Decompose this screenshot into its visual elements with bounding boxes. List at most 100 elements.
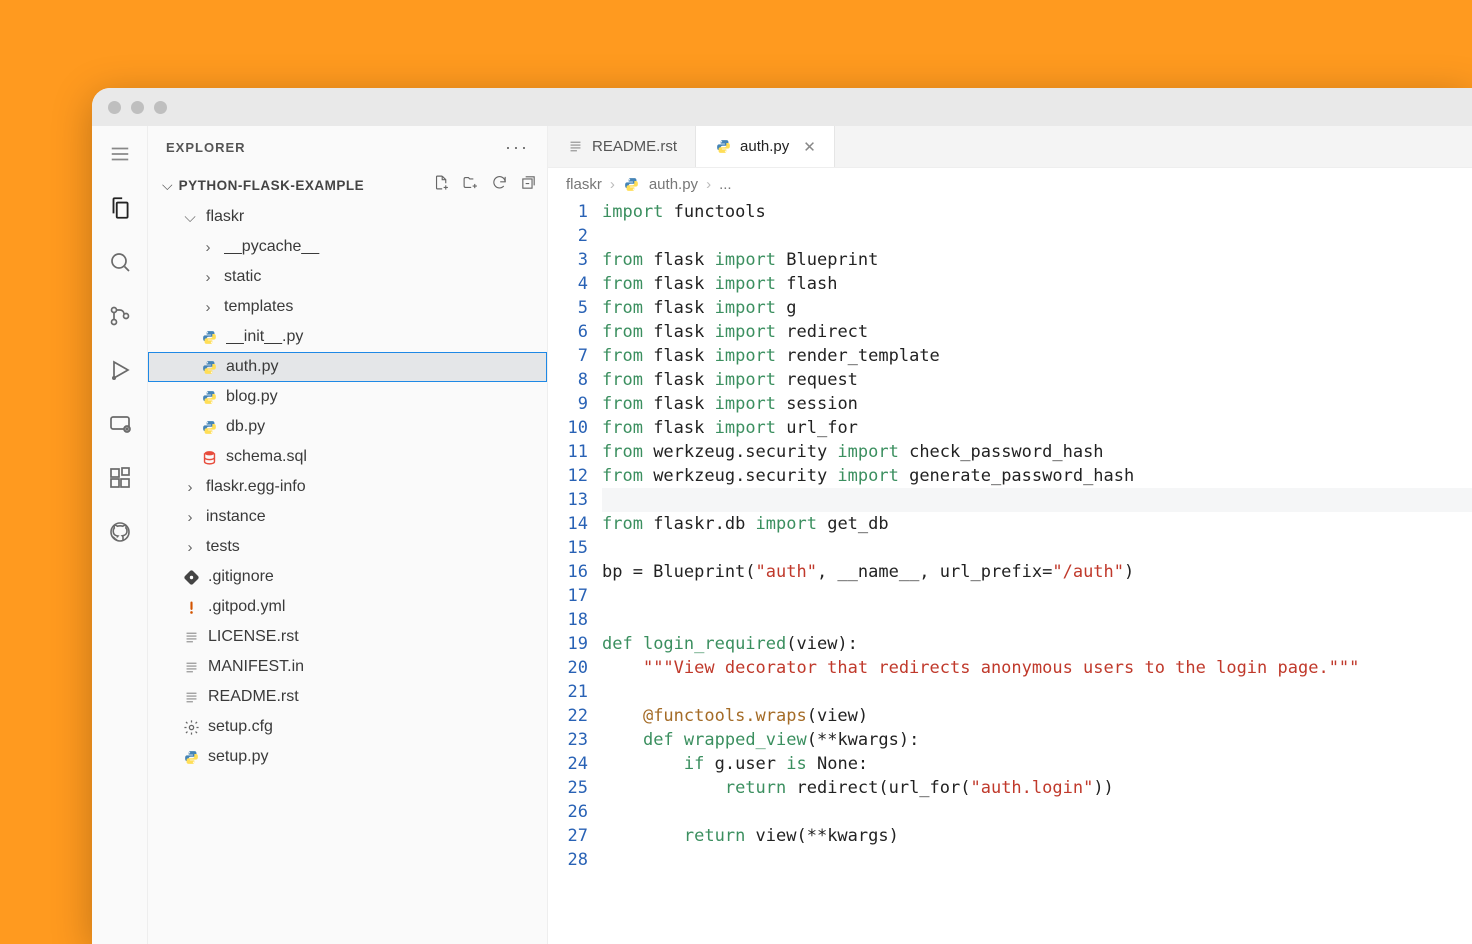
sidebar-more-icon[interactable]: ··· [505,137,529,158]
explorer-icon[interactable] [106,194,134,222]
file-label: flaskr.egg-info [206,478,537,496]
file-label: __pycache__ [224,238,537,256]
folder-item[interactable]: › static [148,262,547,292]
file-label: .gitignore [208,568,537,586]
file-item[interactable]: .gitpod.yml [148,592,547,622]
file-label: blog.py [226,388,537,406]
breadcrumb-seg: ... [719,176,732,193]
extensions-icon[interactable] [106,464,134,492]
file-item[interactable]: auth.py [148,352,547,382]
workbench: EXPLORER ··· ⌵ PYTHON-FLASK-EXAMPLE ⌵ fla… [92,126,1472,944]
file-label: tests [206,538,537,556]
text-icon [182,688,200,706]
folder-item[interactable]: ⌵ flaskr [148,202,547,232]
file-label: .gitpod.yml [208,598,537,616]
yml-icon [182,598,200,616]
file-item[interactable]: db.py [148,412,547,442]
editor-tabs: README.rst auth.py ✕ [548,126,1472,168]
collapse-all-icon[interactable] [520,174,537,196]
file-item[interactable]: __init__.py [148,322,547,352]
breadcrumb-separator: › [706,176,711,193]
text-icon [182,658,200,676]
new-folder-icon[interactable] [462,174,479,196]
file-label: __init__.py [226,328,537,346]
sidebar: EXPLORER ··· ⌵ PYTHON-FLASK-EXAMPLE ⌵ fla… [148,126,548,944]
breadcrumb[interactable]: flaskr › auth.py › ... [548,168,1472,200]
remote-explorer-icon[interactable] [106,410,134,438]
sql-icon [200,448,218,466]
code-content[interactable]: import functools from flask import Bluep… [602,200,1472,944]
text-icon [566,138,584,156]
github-icon[interactable] [106,518,134,546]
window-close-dot[interactable] [108,101,121,114]
gitignore-icon [182,568,200,586]
python-icon [182,748,200,766]
project-name: PYTHON-FLASK-EXAMPLE [179,178,365,193]
chevron-icon: › [200,299,216,316]
file-item[interactable]: LICENSE.rst [148,622,547,652]
source-control-icon[interactable] [106,302,134,330]
python-icon [200,358,218,376]
file-label: templates [224,298,537,316]
python-icon [200,388,218,406]
breadcrumb-seg: flaskr [566,176,602,193]
file-label: schema.sql [226,448,537,466]
python-icon [623,175,641,193]
chevron-icon: › [200,239,216,256]
breadcrumb-separator: › [610,176,615,193]
python-icon [200,418,218,436]
file-label: static [224,268,537,286]
file-item[interactable]: .gitignore [148,562,547,592]
refresh-icon[interactable] [491,174,508,196]
file-item[interactable]: blog.py [148,382,547,412]
editor-tab[interactable]: auth.py ✕ [696,126,835,167]
menu-icon[interactable] [106,140,134,168]
chevron-icon: ⌵ [182,209,198,226]
run-debug-icon[interactable] [106,356,134,384]
file-item[interactable]: README.rst [148,682,547,712]
folder-item[interactable]: › tests [148,532,547,562]
editor-body[interactable]: 1234567891011121314151617181920212223242… [548,200,1472,944]
new-file-icon[interactable] [433,174,450,196]
project-actions [433,174,537,196]
chevron-icon: › [200,269,216,286]
chevron-icon: › [182,539,198,556]
sidebar-header: EXPLORER ··· [148,126,547,168]
tab-label: auth.py [740,138,789,155]
file-label: MANIFEST.in [208,658,537,676]
chevron-icon: › [182,509,198,526]
file-item[interactable]: MANIFEST.in [148,652,547,682]
folder-item[interactable]: › instance [148,502,547,532]
search-icon[interactable] [106,248,134,276]
python-icon [200,328,218,346]
sidebar-title: EXPLORER [166,140,246,155]
window-maximize-dot[interactable] [154,101,167,114]
close-icon[interactable]: ✕ [803,138,816,156]
file-item[interactable]: setup.py [148,742,547,772]
folder-item[interactable]: › flaskr.egg-info [148,472,547,502]
tab-label: README.rst [592,138,677,155]
file-label: setup.cfg [208,718,537,736]
file-label: db.py [226,418,537,436]
line-gutter: 1234567891011121314151617181920212223242… [548,200,602,944]
file-label: instance [206,508,537,526]
app-window: EXPLORER ··· ⌵ PYTHON-FLASK-EXAMPLE ⌵ fla… [92,88,1472,944]
folder-item[interactable]: › templates [148,292,547,322]
activity-bar [92,126,148,944]
editor-tab[interactable]: README.rst [548,126,696,167]
cfg-icon [182,718,200,736]
python-icon [714,138,732,156]
file-item[interactable]: setup.cfg [148,712,547,742]
file-item[interactable]: schema.sql [148,442,547,472]
file-tree: ⌵ flaskr › __pycache__ › static › templates __in… [148,202,547,782]
file-label: setup.py [208,748,537,766]
breadcrumb-seg: auth.py [649,176,698,193]
titlebar [92,88,1472,126]
project-row[interactable]: ⌵ PYTHON-FLASK-EXAMPLE [148,168,547,202]
chevron-icon: › [182,479,198,496]
project-chevron-icon: ⌵ [162,177,173,194]
file-label: flaskr [206,208,537,226]
file-label: README.rst [208,688,537,706]
window-minimize-dot[interactable] [131,101,144,114]
folder-item[interactable]: › __pycache__ [148,232,547,262]
